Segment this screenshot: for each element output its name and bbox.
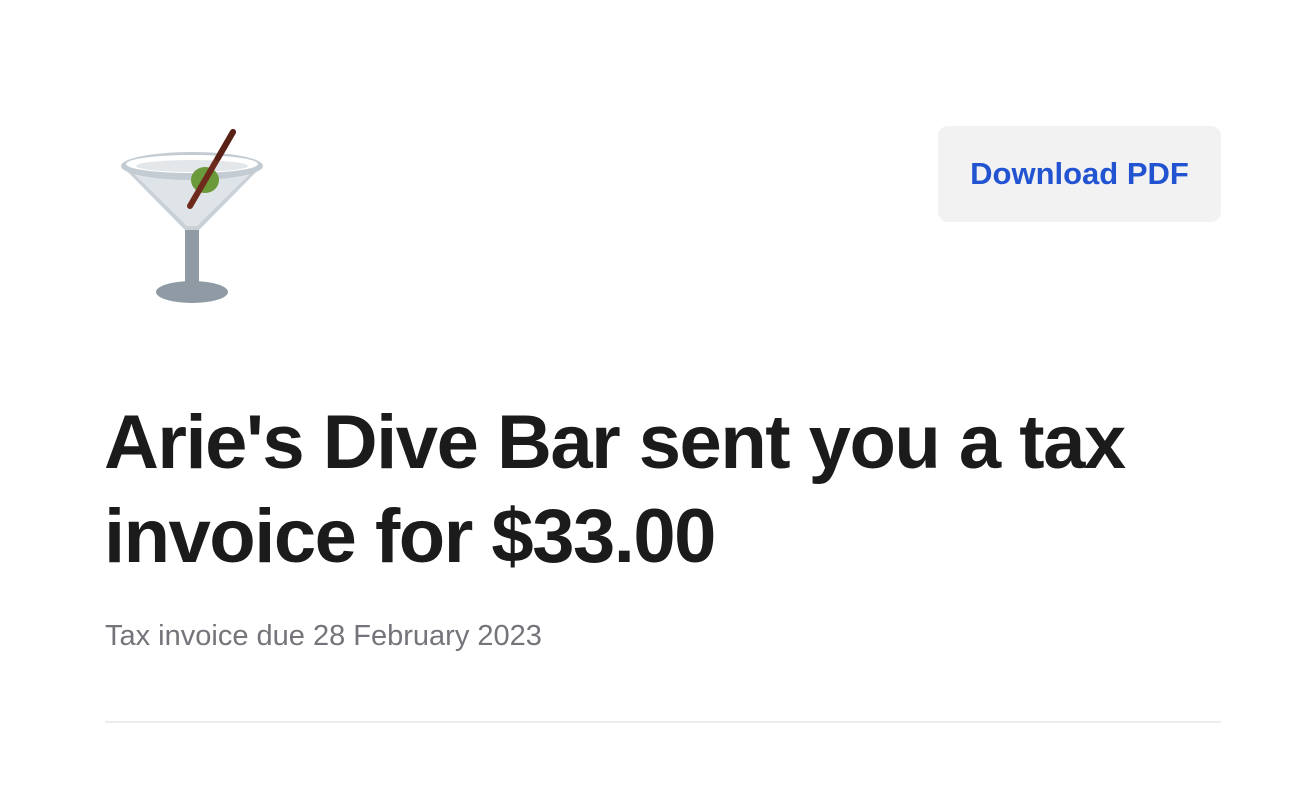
download-pdf-button[interactable]: Download PDF bbox=[938, 126, 1221, 222]
divider bbox=[105, 721, 1221, 723]
invoice-due-date: Tax invoice due 28 February 2023 bbox=[105, 620, 542, 652]
invoice-page: Download PDF Arie's Dive Bar sent you a … bbox=[0, 0, 1294, 796]
invoice-headline: Arie's Dive Bar sent you a tax invoice f… bbox=[104, 400, 1126, 579]
martini-glass-icon bbox=[110, 122, 274, 312]
